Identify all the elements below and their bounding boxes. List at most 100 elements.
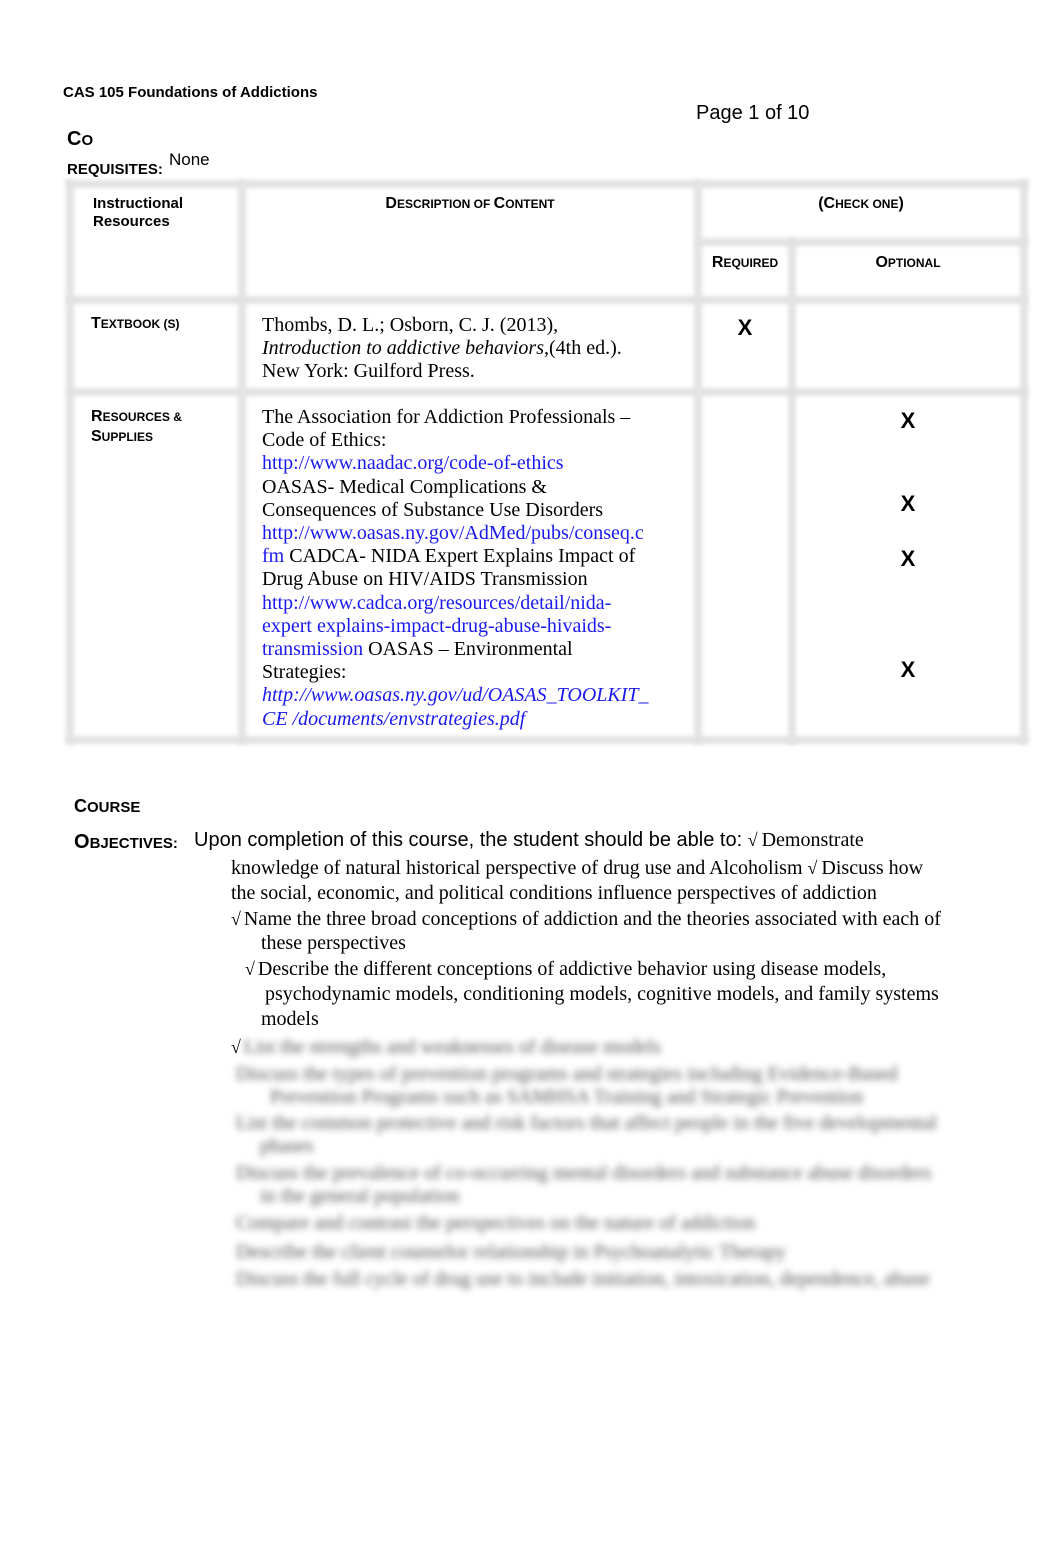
objective-2-start: Discuss how (821, 857, 924, 879)
hdr-check-rest: HECK ONE (835, 197, 899, 211)
textbook-title: Introduction to addictive behaviors (262, 337, 544, 360)
objective-1-text: knowledge of natural historical perspect… (231, 857, 808, 879)
oasas-medical-link[interactable]: http://www.oasas.ny.gov/AdMed/pubs/conse… (262, 522, 644, 544)
course-initial: C (74, 796, 87, 816)
oasas-medical-link-cont[interactable]: fm (262, 545, 284, 567)
textbook-citation: Thombs, D. L.; Osborn, C. J. (2013), Int… (262, 314, 622, 384)
table-border-col1 (238, 180, 246, 744)
oasas-medical-title-cont: Consequences of Substance Use Disorders (262, 498, 604, 521)
objective-line: √ Describe the different conceptions of a… (245, 958, 886, 981)
cadca-optional-mark: X (900, 546, 916, 571)
textbook-title-line: Introduction to addictive behaviors,(4th… (262, 337, 622, 360)
check-icon: √ (231, 909, 241, 929)
oasas-medical-title: OASAS- Medical Complications & (262, 475, 547, 498)
row-label-textbook: TEXTBOOK (S) (91, 315, 179, 333)
objectives-rest: BJECTIVES: (89, 835, 178, 852)
header-col1-line1: Instructional (93, 195, 184, 212)
cadca-link-cont[interactable]: expert explains-impact-drug-abuse-hivaid… (262, 615, 611, 637)
objective-line: models (261, 1008, 319, 1030)
env-strategies-optional-mark: X (900, 657, 916, 682)
textbook-initial: T (91, 315, 101, 332)
textbook-rest: EXTBOOK (S) (100, 317, 180, 331)
check-icon: √ (231, 1037, 241, 1057)
hdr-opt-o: O (875, 254, 888, 271)
table-border-col2 (694, 180, 702, 744)
resources-label-line1: RESOURCES & (91, 407, 182, 427)
supplies-rest: UPPLIES (101, 430, 154, 444)
textbook-required-mark: X (737, 315, 753, 340)
objective-4-text: Describe the different conceptions of ad… (257, 958, 887, 980)
table-border-right (1020, 180, 1028, 744)
objective-line: psychodynamic models, conditioning model… (265, 983, 939, 1005)
blurred-objective: in the general population (260, 1185, 460, 1207)
naadac-title-cont: Code of Ethics: (262, 429, 387, 452)
hdr-d: D (385, 195, 397, 212)
hdr-check-c: C (823, 195, 836, 212)
cadca-title-cont: Drug Abuse on HIV/AIDS Transmission (262, 568, 588, 591)
naadac-optional-mark: X (900, 408, 916, 433)
blurred-objective: Discuss the prevalence of co-occurring m… (236, 1162, 932, 1184)
blurred-objective: Discuss the types of prevention programs… (236, 1063, 898, 1085)
hdr-req-r: R (711, 254, 724, 271)
env-strategies-title-cont: Strategies: (262, 661, 347, 684)
blurred-objective: List the common protective and risk fact… (236, 1112, 938, 1134)
objective-3-text: Name the three broad conceptions of addi… (243, 908, 941, 930)
env-strategies-link-cont[interactable]: CE /documents/envstrategies.pdf (262, 708, 525, 730)
hdr-paren-close: ) (898, 195, 904, 212)
objective-1-start: Demonstrate (761, 829, 864, 851)
header-check-one: (CHECK ONE) (702, 195, 1020, 213)
objective-line-blurred: √ List the strengths and weaknesses of di… (231, 1036, 661, 1059)
cadca-title: CADCA- NIDA Expert Explains Impact of (284, 545, 636, 568)
cadca-link-end[interactable]: transmission (262, 638, 363, 660)
table-border-row1-bottom (66, 388, 1028, 396)
hdr-c: C (493, 195, 506, 212)
resources-label-line2: SUPPLIES (91, 427, 182, 447)
header-instructional-resources: Instructional Resources (93, 195, 183, 231)
hdr-d-rest: ESCRIPTION OF (396, 197, 494, 211)
hdr-req-rest: EQUIRED (723, 256, 779, 270)
supplies-initial: S (91, 428, 102, 445)
objectives-intro: Upon completion of this course, the stud… (194, 829, 864, 852)
coreq-initial: C (67, 128, 82, 150)
table-border-check-divider (696, 238, 1028, 246)
blurred-objective: List the strengths and weaknesses of dis… (243, 1036, 662, 1058)
objective-line: the social, economic, and political cond… (231, 882, 877, 904)
course-title: CAS 105 Foundations of Addictions (63, 84, 318, 101)
corequisites-label-line1: CO (67, 128, 93, 151)
hdr-c-rest: ONTENT (505, 197, 555, 211)
table-border-top (66, 180, 1028, 188)
objective-line: knowledge of natural historical perspect… (231, 857, 923, 880)
resources-initial: R (91, 408, 103, 425)
objective-line: √ Name the three broad conceptions of add… (231, 908, 941, 931)
row-label-resources-supplies: RESOURCES & SUPPLIES (91, 407, 182, 447)
header-optional: OPTIONAL (796, 254, 1020, 272)
corequisites-label-line2: REQUISITES: (67, 161, 163, 178)
cadca-link[interactable]: http://www.cadca.org/resources/detail/ni… (262, 592, 611, 614)
env-strategies-title: OASAS – Environmental (363, 638, 573, 661)
blurred-objective: Compare and contrast the perspectives on… (236, 1212, 756, 1234)
resources-list: The Association for Addiction Profession… (262, 406, 692, 731)
objectives-heading-line2: OBJECTIVES: (74, 831, 178, 854)
hdr-opt-rest: PTIONAL (887, 256, 941, 270)
blurred-objective: Prevention Programs such as SAMHSA Train… (270, 1086, 864, 1108)
check-icon: √ (245, 959, 255, 979)
table-border-col3 (788, 238, 796, 744)
resources-rest: ESOURCES & (102, 410, 182, 424)
textbook-publisher: New York: Guilford Press. (262, 360, 475, 383)
objectives-initial: O (74, 831, 90, 853)
table-border-left (66, 180, 74, 744)
naadac-title: The Association for Addiction Profession… (262, 406, 631, 428)
resources-table: Instructional Resources DESCRIPTION OF C… (66, 180, 1028, 745)
blurred-objective: Describe the client counselor relationsh… (236, 1241, 787, 1263)
textbook-authors: Thombs, D. L.; Osborn, C. J. (2013), (262, 314, 559, 336)
objectives-heading-line1: COURSE (74, 796, 140, 817)
corequisites-value: None (169, 150, 210, 169)
coreq-rest: O (81, 132, 94, 149)
oasas-medical-optional-mark: X (900, 491, 916, 516)
naadac-link[interactable]: http://www.naadac.org/code-of-ethics (262, 452, 564, 474)
header-required: REQUIRED (702, 254, 788, 272)
check-icon: √ (807, 858, 818, 878)
textbook-edition: ,(4th ed.). (543, 337, 622, 360)
blurred-objective: phases (260, 1135, 314, 1157)
env-strategies-link[interactable]: http://www.oasas.ny.gov/ud/OASAS_TOOLKIT… (262, 684, 649, 706)
